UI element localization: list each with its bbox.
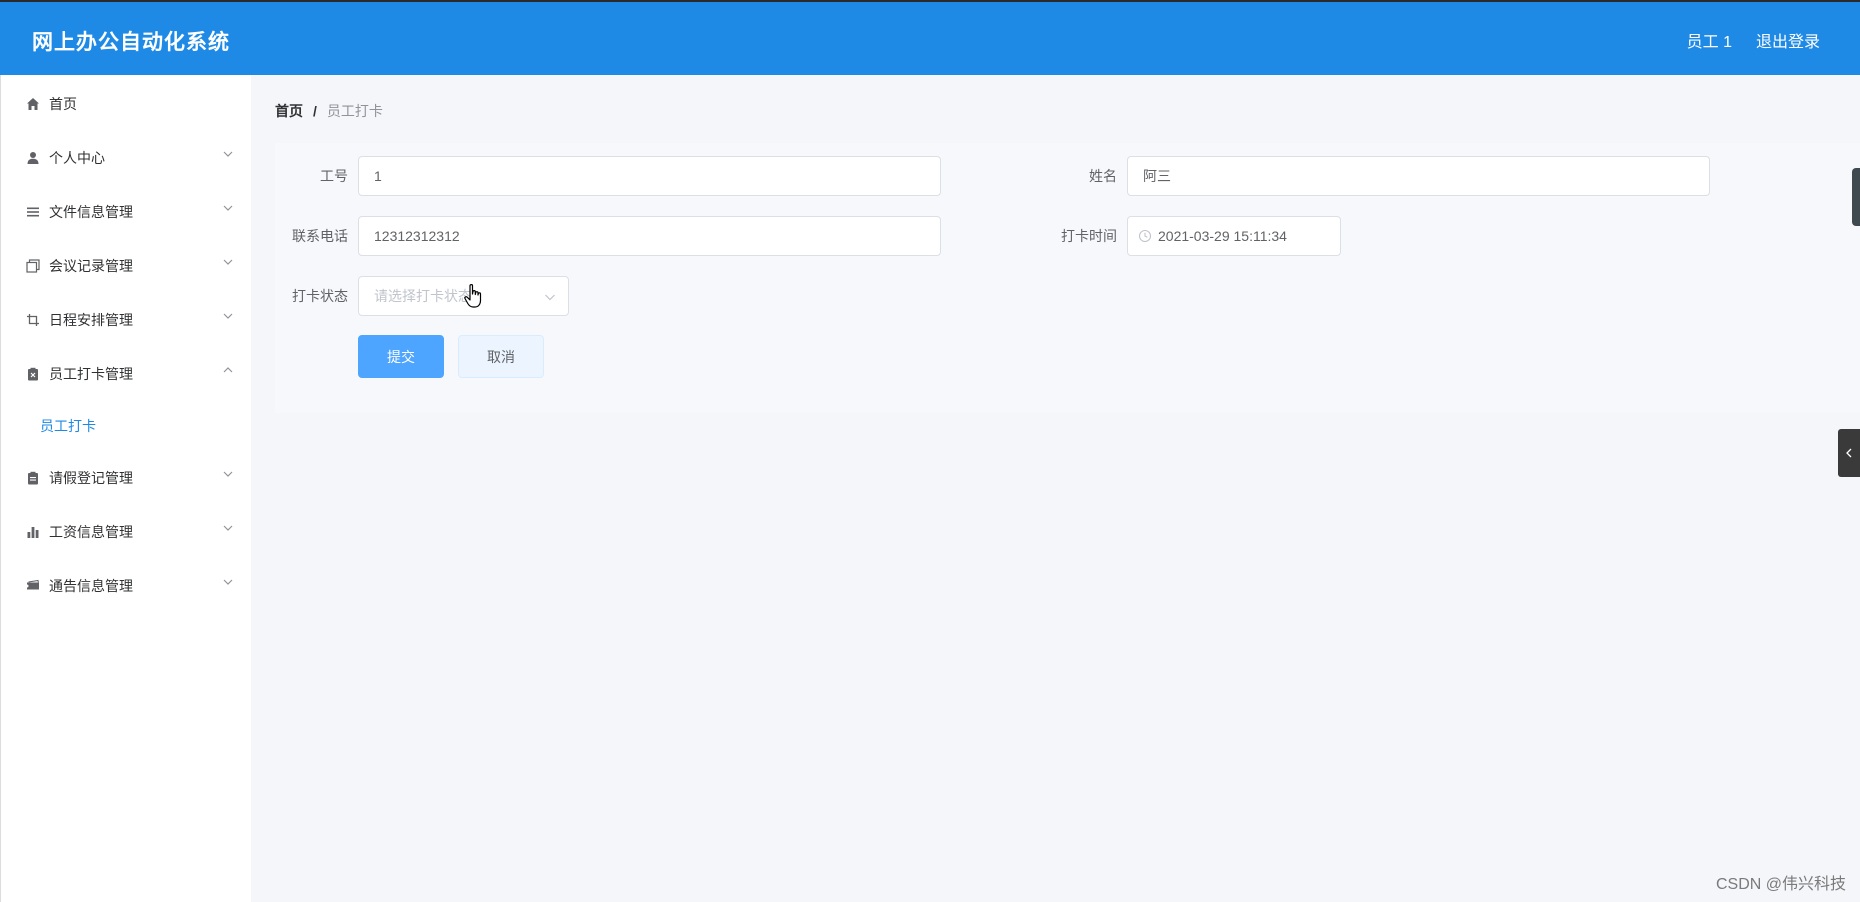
sidebar-item-notices[interactable]: 通告信息管理 (1, 559, 251, 613)
sidebar-item-home[interactable]: 首页 (1, 77, 251, 131)
user-area: 员工 1 退出登录 (1687, 28, 1820, 52)
sidebar-item-label: 员工打卡管理 (49, 366, 133, 382)
sidebar-item-label: 文件信息管理 (49, 204, 133, 220)
watermark: CSDN @伟兴科技 (1715, 876, 1846, 893)
crop-icon (25, 312, 41, 328)
current-user-link[interactable]: 员工 1 (1687, 28, 1732, 52)
chevron-down-icon (545, 294, 555, 301)
chevron-down-icon (223, 579, 233, 585)
sidebar-item-files[interactable]: 文件信息管理 (1, 185, 251, 239)
breadcrumb-current: 员工打卡 (326, 103, 383, 119)
submit-button[interactable]: 提交 (358, 335, 444, 378)
top-header: 网上办公自动化系统 员工 1 退出登录 (0, 0, 1860, 75)
clock-time-value: 2021-03-29 15:11:34 (1158, 228, 1287, 244)
sidebar-subitem-label: 员工打卡 (40, 418, 96, 434)
clock-status-placeholder: 请选择打卡状态 (374, 288, 472, 304)
clipboard-icon (25, 366, 41, 382)
bar-chart-icon (25, 524, 41, 540)
breadcrumb: 首页 / 员工打卡 (275, 101, 383, 121)
chevron-up-icon (223, 367, 233, 373)
sidebar-item-meetings[interactable]: 会议记录管理 (1, 239, 251, 293)
clock-status-label: 打卡状态 (292, 288, 348, 304)
sidebar-item-attendance[interactable]: 员工打卡管理 (1, 347, 251, 401)
breadcrumb-separator: / (313, 103, 317, 119)
sidebar-subitem-clock-in[interactable]: 员工打卡 (1, 401, 251, 451)
cancel-button[interactable]: 取消 (458, 335, 544, 378)
chevron-down-icon (223, 151, 233, 157)
sidebar-item-label: 个人中心 (49, 150, 105, 166)
sidebar-item-label: 首页 (49, 96, 77, 112)
user-icon (25, 150, 41, 166)
sidebar-item-label: 会议记录管理 (49, 258, 133, 274)
list-icon (25, 204, 41, 220)
ticket-icon (25, 578, 41, 594)
clock-time-picker[interactable]: 2021-03-29 15:11:34 (1127, 216, 1341, 256)
sidebar-item-profile[interactable]: 个人中心 (1, 131, 251, 185)
document-icon (25, 470, 41, 486)
phone-input[interactable]: 12312312312 (358, 216, 941, 256)
sidebar-item-schedule[interactable]: 日程安排管理 (1, 293, 251, 347)
chevron-down-icon (223, 525, 233, 531)
sidebar-item-leave[interactable]: 请假登记管理 (1, 451, 251, 505)
clock-icon (1138, 229, 1152, 243)
sidebar-item-label: 日程安排管理 (49, 312, 133, 328)
sidebar-item-label: 工资信息管理 (49, 524, 133, 540)
sidebar-item-label: 通告信息管理 (49, 578, 133, 594)
copy-icon (25, 258, 41, 274)
employee-no-input[interactable]: 1 (358, 156, 941, 196)
phone-label: 联系电话 (292, 228, 348, 244)
clock-time-label: 打卡时间 (1061, 228, 1117, 244)
chevron-left-icon (1846, 448, 1852, 458)
sidebar-item-label: 请假登记管理 (49, 470, 133, 486)
chevron-down-icon (223, 205, 233, 211)
clock-in-form: 工号 1 姓名 阿三 联系电话 12312312312 打卡时间 2021-03… (275, 143, 1860, 413)
name-input[interactable]: 阿三 (1127, 156, 1710, 196)
chevron-down-icon (223, 471, 233, 477)
collapse-panel-button[interactable] (1838, 429, 1860, 477)
chevron-down-icon (223, 313, 233, 319)
home-icon (25, 96, 41, 112)
chevron-down-icon (223, 259, 233, 265)
hand-cursor-icon (464, 284, 482, 308)
app-title: 网上办公自动化系统 (32, 31, 230, 54)
main-content: 首页 / 员工打卡 工号 1 姓名 阿三 联系电话 12312312312 打卡… (251, 75, 1860, 902)
breadcrumb-home[interactable]: 首页 (275, 101, 303, 121)
side-handle[interactable] (1852, 168, 1860, 226)
name-label: 姓名 (1089, 168, 1117, 184)
logout-link[interactable]: 退出登录 (1756, 28, 1820, 52)
sidebar-item-salary[interactable]: 工资信息管理 (1, 505, 251, 559)
employee-no-label: 工号 (320, 168, 348, 184)
sidebar-menu: 首页 个人中心 文件信息管理 会议记录管理 日程安排管理 员工打卡管理 员工打卡… (0, 75, 251, 902)
